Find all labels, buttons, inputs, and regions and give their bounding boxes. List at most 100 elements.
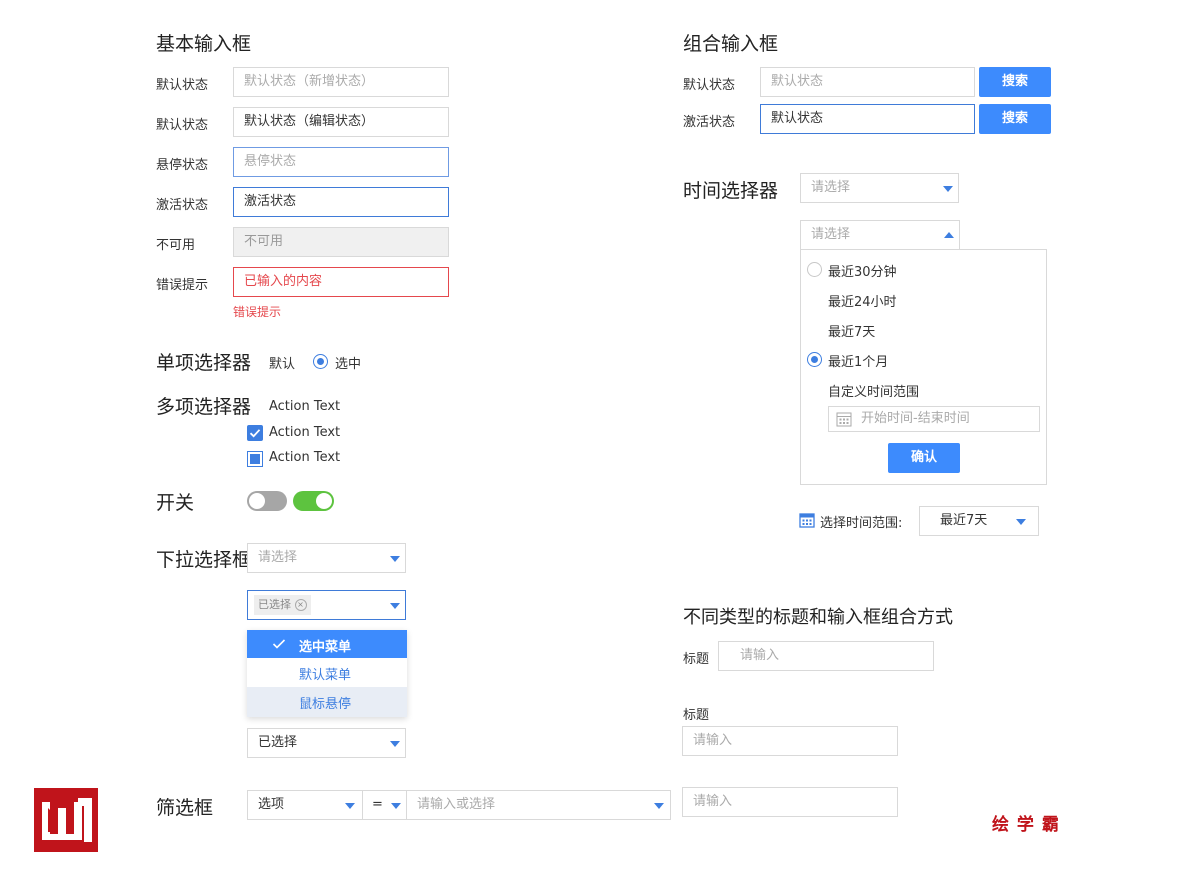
date-range-placeholder: 开始时间-结束时间 (861, 411, 970, 426)
filter-operator-select[interactable]: = (362, 790, 407, 820)
search-button[interactable]: 搜索 (979, 67, 1051, 97)
checkbox-label-1: Action Text (269, 399, 341, 414)
selected-tag-label: 已选择 (258, 597, 291, 611)
dropdown-placeholder: 请选择 (258, 550, 298, 565)
time-option-1month[interactable]: 最近1个月 (828, 351, 888, 370)
input-disabled: 不可用 (233, 227, 449, 257)
input-default-edit[interactable]: 默认状态（编辑状态） (233, 107, 449, 137)
menu-item-selected-label: 选中菜单 (299, 640, 352, 655)
switch-off[interactable] (247, 491, 287, 511)
radio-selected[interactable] (313, 354, 328, 369)
checkbox-title: 多项选择器 (156, 396, 252, 418)
filter-operator-value: = (372, 797, 383, 812)
time-range-select[interactable]: 最近7天 (919, 506, 1039, 536)
time-select-open-placeholder: 请选择 (811, 227, 851, 242)
combo-input-plain[interactable]: 请输入 (682, 787, 898, 817)
chevron-down-icon (390, 741, 400, 747)
chevron-down-icon (1016, 519, 1026, 525)
row-label-disabled: 不可用 (156, 238, 196, 253)
time-select-open[interactable]: 请选择 (800, 220, 960, 250)
time-radio-1month[interactable] (807, 352, 822, 367)
chevron-down-icon (943, 186, 953, 192)
combo-label-stacked: 标题 (683, 708, 710, 723)
combo-input-stacked[interactable]: 请输入 (682, 726, 898, 756)
switch-knob (249, 493, 265, 509)
switch-knob (316, 493, 332, 509)
brand-logo (34, 788, 98, 852)
row-label-active: 激活状态 (156, 198, 209, 213)
filter-value-input[interactable]: 请输入或选择 (406, 790, 671, 820)
checkbox-checked[interactable] (247, 425, 263, 441)
time-radio-30min[interactable] (807, 262, 822, 277)
combo-input-inline[interactable]: 请输入 (718, 641, 934, 671)
check-icon (272, 639, 286, 649)
filter-field-value: 选项 (258, 797, 285, 812)
time-option-7d[interactable]: 最近7天 (828, 321, 875, 340)
input-default-new[interactable]: 默认状态（新增状态） (233, 67, 449, 97)
input-error[interactable]: 已输入的内容 (233, 267, 449, 297)
group-input-active[interactable]: 默认状态 (760, 104, 975, 134)
calendar-icon (799, 513, 815, 528)
time-option-30min[interactable]: 最近30分钟 (828, 261, 897, 280)
chevron-down-icon (390, 556, 400, 562)
input-hover[interactable]: 悬停状态 (233, 147, 449, 177)
dropdown-title: 下拉选择框 (156, 549, 252, 571)
time-range-label: 选择时间范围: (820, 516, 903, 531)
confirm-button[interactable]: 确认 (888, 443, 960, 473)
tag-close-icon[interactable]: × (294, 598, 307, 611)
time-picker-title: 时间选择器 (683, 180, 779, 202)
combo-label-inline: 标题 (683, 652, 710, 667)
chevron-down-icon (654, 803, 664, 809)
search-button-active[interactable]: 搜索 (979, 104, 1051, 134)
selected-tag: 已选择 × (254, 594, 311, 615)
chevron-down-icon (345, 803, 355, 809)
dropdown-selected[interactable]: 已选择 (247, 728, 406, 758)
menu-item-selected[interactable]: 选中菜单 (247, 630, 407, 658)
menu-item-hover-label: 鼠标悬停 (299, 697, 352, 712)
group-row-label-active: 激活状态 (683, 115, 736, 130)
group-row-label-default: 默认状态 (683, 78, 736, 93)
input-active[interactable]: 激活状态 (233, 187, 449, 217)
group-input-default[interactable]: 默认状态 (760, 67, 975, 97)
time-range-value: 最近7天 (940, 513, 988, 528)
chevron-down-icon (391, 803, 401, 809)
basic-input-title: 基本输入框 (156, 33, 252, 55)
dropdown-default[interactable]: 请选择 (247, 543, 406, 573)
time-option-custom[interactable]: 自定义时间范围 (828, 381, 919, 400)
time-popover: 最近30分钟 最近24小时 最近7天 最近1个月 自定义时间范围 开始时间-结束… (800, 249, 1047, 485)
logo-mark-icon (42, 798, 92, 842)
check-icon (249, 429, 261, 438)
date-range-input[interactable]: 开始时间-结束时间 (828, 406, 1040, 432)
dropdown-selected-value: 已选择 (258, 735, 298, 750)
chevron-down-icon (390, 603, 400, 609)
radio-selected-label: 选中 (335, 357, 362, 372)
time-select-closed[interactable]: 请选择 (800, 173, 959, 203)
filter-title: 筛选框 (156, 797, 214, 819)
brand-text: 绘 学 霸 (992, 815, 1060, 835)
row-label-default-new: 默认状态 (156, 78, 209, 93)
switch-title: 开关 (156, 492, 195, 514)
checkbox-label-2: Action Text (269, 425, 341, 440)
row-label-default-edit: 默认状态 (156, 118, 209, 133)
time-select-placeholder: 请选择 (811, 180, 851, 195)
error-hint: 错误提示 (233, 305, 282, 319)
calendar-icon (836, 412, 852, 427)
checkbox-indeterminate[interactable] (247, 451, 263, 467)
row-label-error: 错误提示 (156, 278, 209, 293)
menu-item-default[interactable]: 默认菜单 (247, 658, 407, 686)
switch-on[interactable] (293, 491, 334, 511)
menu-item-hover[interactable]: 鼠标悬停 (247, 687, 407, 717)
row-label-hover: 悬停状态 (156, 158, 209, 173)
time-option-24h[interactable]: 最近24小时 (828, 291, 897, 310)
dropdown-menu: 选中菜单 默认菜单 鼠标悬停 (247, 630, 407, 717)
checkbox-label-3: Action Text (269, 450, 341, 465)
combo-title: 不同类型的标题和输入框组合方式 (683, 607, 953, 628)
menu-item-default-label: 默认菜单 (299, 668, 352, 683)
dropdown-multi[interactable]: 已选择 × (247, 590, 406, 620)
chevron-up-icon (944, 232, 954, 238)
radio-default-label: 默认 (269, 357, 296, 372)
filter-field-select[interactable]: 选项 (247, 790, 363, 820)
radio-title: 单项选择器 (156, 352, 252, 374)
filter-value-placeholder: 请输入或选择 (417, 797, 496, 812)
group-input-title: 组合输入框 (683, 33, 779, 55)
